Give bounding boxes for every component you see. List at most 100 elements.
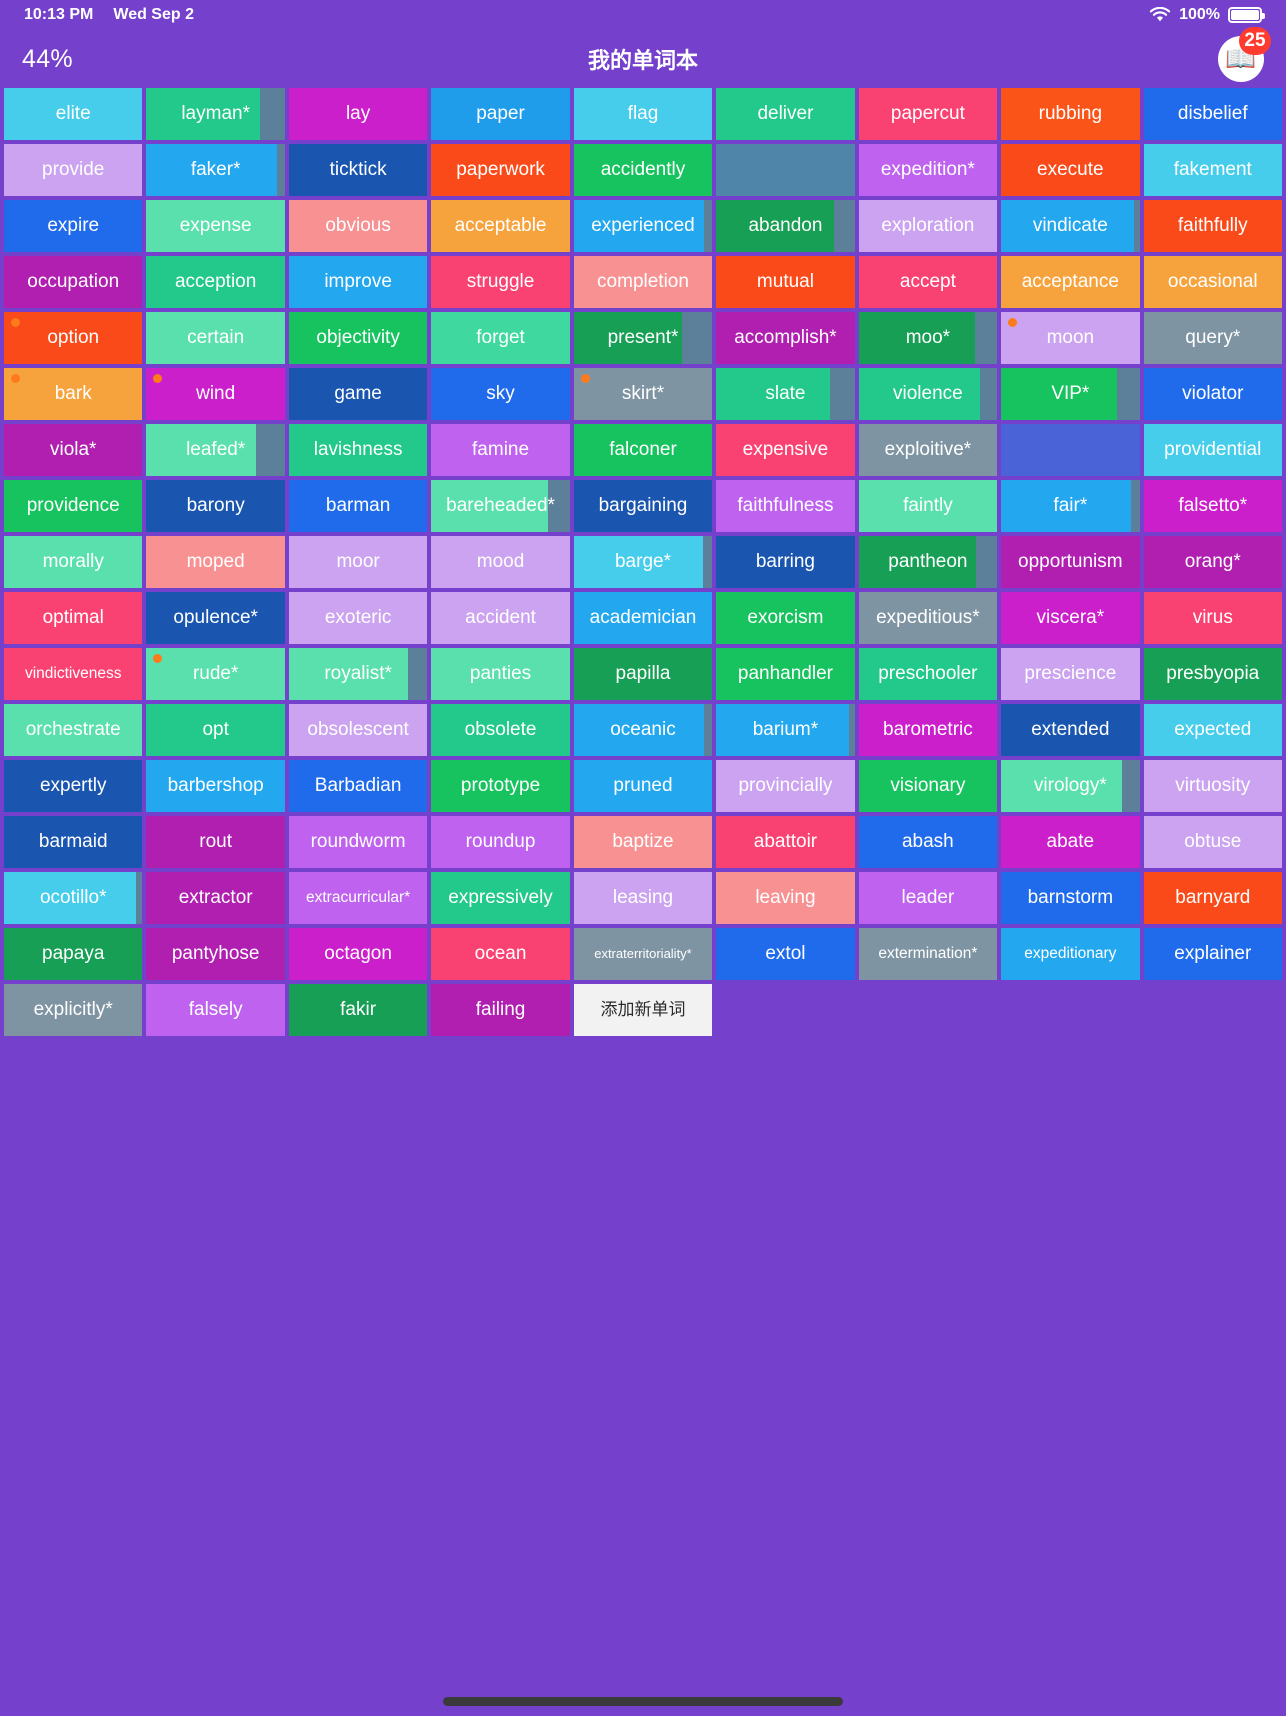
word-tile[interactable]: pantyhose [146,928,285,980]
word-tile[interactable]: violence [858,368,998,420]
word-tile[interactable]: optimal [4,592,143,644]
word-tile[interactable]: struggle [431,256,570,308]
word-tile[interactable]: paper [431,88,570,140]
word-tile[interactable]: morally [4,536,143,588]
word-tile[interactable]: barge* [573,536,713,588]
word-tile[interactable]: virus [1143,592,1282,644]
word-tile[interactable]: abate [1001,816,1140,868]
word-tile[interactable]: obvious [288,200,428,252]
word-tile[interactable]: roundup [431,816,570,868]
word-tile[interactable]: famine [431,424,570,476]
word-tile[interactable]: academician [573,592,713,644]
word-tile[interactable]: leasing [573,872,713,924]
word-tile[interactable]: visionary [858,760,998,812]
word-tile[interactable]: accept [858,256,998,308]
word-tile[interactable]: certain [146,312,285,364]
word-tile[interactable]: moor [288,536,428,588]
word-tile[interactable]: wind [146,368,285,420]
word-tile[interactable]: abandon [716,200,855,252]
word-tile[interactable]: barmaid [4,816,143,868]
word-tile[interactable]: viola* [4,424,143,476]
word-tile[interactable]: expense [146,200,285,252]
word-tile[interactable]: expected [1143,704,1282,756]
word-tile[interactable]: extractor [146,872,285,924]
word-tile[interactable]: accidently [573,144,713,196]
word-tile[interactable]: forget [431,312,570,364]
word-tile[interactable]: abash [858,816,998,868]
word-tile[interactable]: query* [1143,312,1282,364]
word-tile[interactable]: ocean [431,928,570,980]
word-tile[interactable]: completion [573,256,713,308]
word-tile[interactable]: violator [1143,368,1282,420]
word-tile[interactable]: rubbing [1001,88,1140,140]
word-tile[interactable]: bareheaded* [431,480,570,532]
word-tile[interactable]: preschooler [858,648,998,700]
word-tile[interactable]: barbershop [146,760,285,812]
add-word-button[interactable]: 添加新单词 [573,984,713,1036]
word-tile[interactable]: explainer [1143,928,1282,980]
word-tile[interactable]: acception [146,256,285,308]
word-tile[interactable]: orchestrate [4,704,143,756]
word-tile[interactable]: failing [431,984,570,1036]
word-tile[interactable]: option [4,312,143,364]
word-tile[interactable]: opportunism [1001,536,1140,588]
word-tile[interactable]: expensive [716,424,855,476]
word-tile[interactable]: rout [146,816,285,868]
word-tile-empty[interactable] [716,144,855,196]
word-tile[interactable]: prototype [431,760,570,812]
word-tile[interactable]: provincially [716,760,855,812]
word-tile[interactable]: viscera* [1001,592,1140,644]
word-tile[interactable]: octagon [288,928,428,980]
word-tile[interactable]: papilla [573,648,713,700]
word-tile[interactable]: mood [431,536,570,588]
word-tile[interactable]: flag [573,88,713,140]
word-tile[interactable]: fakir [288,984,428,1036]
word-tile[interactable]: vindictiveness [4,648,143,700]
word-tile[interactable]: expeditious* [858,592,998,644]
word-tile[interactable]: expressively [431,872,570,924]
word-tile[interactable]: presbyopia [1143,648,1282,700]
word-tile[interactable]: obsolete [431,704,570,756]
word-tile[interactable]: rude* [146,648,285,700]
word-tile[interactable]: ticktick [288,144,428,196]
word-tile[interactable]: barman [288,480,428,532]
word-tile[interactable]: occupation [4,256,143,308]
word-tile[interactable]: expertly [4,760,143,812]
word-tile[interactable]: extol [716,928,855,980]
word-tile[interactable]: improve [288,256,428,308]
word-tile[interactable]: extended [1001,704,1140,756]
word-tile[interactable]: barometric [858,704,998,756]
notebook-button-wrap[interactable]: 📖 25 [1218,27,1271,82]
word-tile[interactable]: mutual [716,256,855,308]
word-tile[interactable]: exploration [858,200,998,252]
word-tile[interactable]: exorcism [716,592,855,644]
word-tile[interactable]: falsetto* [1143,480,1282,532]
word-tile[interactable]: orang* [1143,536,1282,588]
word-tile[interactable]: experienced [573,200,713,252]
word-tile[interactable]: providence [4,480,143,532]
word-tile[interactable]: slate [716,368,855,420]
word-tile[interactable]: explicitly* [4,984,143,1036]
word-tile[interactable]: disbelief [1143,88,1282,140]
word-tile[interactable]: papaya [4,928,143,980]
word-tile[interactable]: extracurricular* [288,872,428,924]
word-tile[interactable]: extermination* [858,928,998,980]
word-tile[interactable]: provide [4,144,143,196]
word-tile[interactable]: royalist* [288,648,428,700]
word-tile[interactable]: baptize [573,816,713,868]
word-tile[interactable]: sky [431,368,570,420]
word-tile[interactable]: panties [431,648,570,700]
word-tile[interactable]: panhandler [716,648,855,700]
word-tile[interactable]: expedition* [858,144,998,196]
word-tile[interactable]: providential [1143,424,1282,476]
word-tile[interactable]: falsely [146,984,285,1036]
word-tile[interactable]: execute [1001,144,1140,196]
word-tile[interactable]: accident [431,592,570,644]
word-tile[interactable]: acceptable [431,200,570,252]
word-tile[interactable]: moped [146,536,285,588]
word-tile[interactable]: prescience [1001,648,1140,700]
word-tile[interactable]: faintly [858,480,998,532]
word-tile[interactable]: VIP* [1001,368,1140,420]
word-tile[interactable]: opt [146,704,285,756]
word-tile[interactable]: barium* [716,704,855,756]
